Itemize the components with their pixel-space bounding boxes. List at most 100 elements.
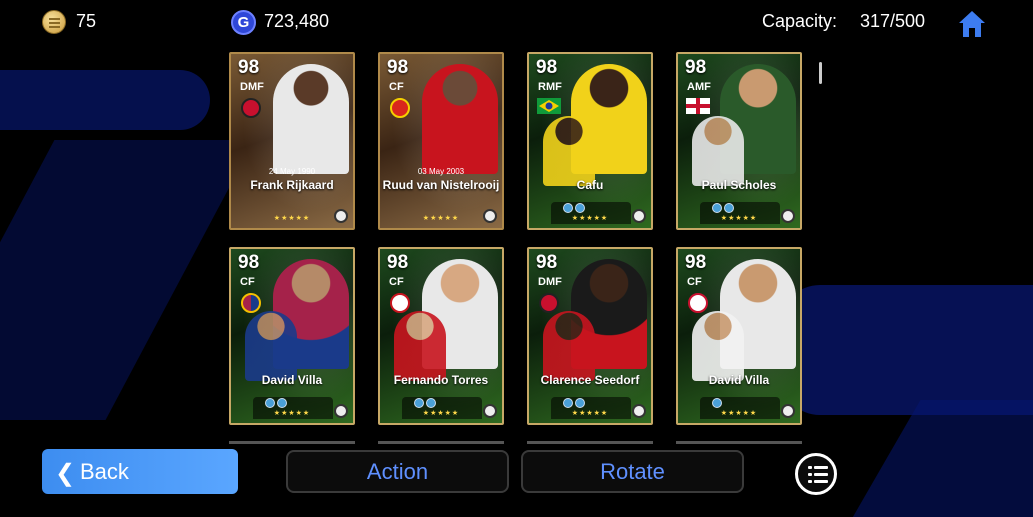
menu-dot [808, 473, 812, 476]
card-player-name: Cafu [576, 178, 604, 192]
player-card-grid: 98 DMF 24 May 1990 Frank Rijkaard ★★★★★ … [229, 52, 804, 444]
action-button[interactable]: Action [286, 450, 509, 493]
card-stars: ★★★★★ [273, 410, 311, 417]
card-stars: ★★★★★ [571, 215, 609, 222]
player-card[interactable]: 98 CF Fernando Torres ★★★★★ [378, 247, 504, 425]
card-rating: 98 [238, 252, 260, 273]
player-image-secondary [245, 311, 297, 381]
card-position: CF [240, 276, 255, 288]
card-rating: 98 [685, 57, 707, 78]
back-button[interactable]: ❮ Back [42, 449, 238, 494]
card-rating: 98 [536, 252, 558, 273]
card-rating: 98 [536, 57, 558, 78]
background-stripe [0, 70, 210, 130]
efootball-logo-icon [483, 209, 497, 223]
player-card[interactable]: 98 CF David Villa ★★★★★ [229, 247, 355, 425]
card-player-name: David Villa [708, 373, 770, 387]
efootball-logo-icon [781, 404, 795, 418]
card-skill-icons [712, 395, 752, 408]
club-badge-icon [241, 293, 261, 313]
england-flag-icon [686, 98, 710, 114]
club-badge-icon [241, 98, 261, 118]
card-rating: 98 [387, 57, 409, 78]
player-card[interactable]: 98 RMF Cafu ★★★★★ [527, 52, 653, 230]
capacity-label: Capacity: [762, 11, 838, 31]
player-card[interactable]: 98 DMF 24 May 1990 Frank Rijkaard ★★★★★ [229, 52, 355, 230]
efootball-logo-icon [781, 209, 795, 223]
back-button-label: Back [80, 459, 129, 484]
efootball-logo-icon [334, 404, 348, 418]
card-skill-icons [414, 395, 454, 408]
rotate-button[interactable]: Rotate [521, 450, 744, 493]
coin-icon [42, 10, 66, 34]
player-image-secondary [543, 116, 595, 186]
card-rating: 98 [387, 252, 409, 273]
card-stars: ★★★★★ [571, 410, 609, 417]
card-row-edge [527, 441, 653, 444]
card-player-name: David Villa [261, 373, 323, 387]
player-card[interactable]: 98 CF David Villa ★★★★★ [676, 247, 802, 425]
scrollbar[interactable] [819, 62, 822, 84]
gp-icon: G [231, 10, 256, 35]
card-row-edge [378, 441, 504, 444]
club-badge-icon [539, 293, 559, 313]
efootball-logo-icon [334, 209, 348, 223]
top-bar: 75 G 723,480 Capacity: 317/500 [0, 0, 1033, 44]
card-rating: 98 [238, 57, 260, 78]
card-row-edge [229, 441, 355, 444]
background-stripe [780, 285, 1033, 415]
club-badge-icon [390, 293, 410, 313]
menu-dot [808, 480, 812, 483]
list-menu-icon[interactable] [795, 453, 837, 495]
player-card[interactable]: 98 AMF Paul Scholes ★★★★★ [676, 52, 802, 230]
card-date: 03 May 2003 [417, 167, 465, 176]
card-position: CF [389, 81, 404, 93]
card-position: DMF [240, 81, 264, 93]
player-image [273, 64, 349, 174]
card-position: RMF [538, 81, 562, 93]
capacity-value: 317/500 [860, 11, 926, 31]
card-skill-icons [265, 395, 305, 408]
card-stars: ★★★★★ [422, 215, 460, 222]
card-position: CF [389, 276, 404, 288]
card-position: AMF [687, 81, 711, 93]
brazil-flag-icon [537, 98, 561, 114]
player-card[interactable]: 98 DMF Clarence Seedorf ★★★★★ [527, 247, 653, 425]
card-skill-icons [563, 395, 603, 408]
card-row-edge [676, 441, 802, 444]
menu-line [814, 466, 828, 469]
card-rating: 98 [685, 252, 707, 273]
efootball-logo-icon [632, 209, 646, 223]
background-stripe [0, 140, 255, 420]
menu-line [814, 480, 828, 483]
player-image-secondary [692, 116, 744, 186]
card-skill-icons [563, 200, 603, 213]
card-position: CF [687, 276, 702, 288]
card-position: DMF [538, 276, 562, 288]
player-image-secondary [543, 311, 595, 381]
club-badge-icon [688, 293, 708, 313]
card-player-name: Paul Scholes [701, 178, 777, 192]
card-date: 24 May 1990 [268, 167, 316, 176]
club-badge-icon [390, 98, 410, 118]
card-player-name: Clarence Seedorf [540, 373, 640, 387]
card-player-name: Ruud van Nistelrooij [382, 178, 500, 192]
coin-balance: 75 [76, 11, 97, 31]
card-stars: ★★★★★ [273, 215, 311, 222]
player-image-secondary [692, 311, 744, 381]
card-player-name: Frank Rijkaard [250, 178, 334, 192]
player-image [422, 64, 498, 174]
card-player-name: Fernando Torres [393, 373, 489, 387]
menu-line [814, 473, 828, 476]
player-image-secondary [394, 311, 446, 381]
chevron-left-icon: ❮ [55, 460, 76, 487]
background-stripe [839, 400, 1033, 517]
efootball-logo-icon [483, 404, 497, 418]
card-stars: ★★★★★ [422, 410, 460, 417]
card-stars: ★★★★★ [720, 410, 758, 417]
home-icon[interactable] [957, 9, 987, 39]
efootball-logo-icon [632, 404, 646, 418]
menu-dot [808, 466, 812, 469]
card-skill-icons [712, 200, 752, 213]
player-card[interactable]: 98 CF 03 May 2003 Ruud van Nistelrooij ★… [378, 52, 504, 230]
